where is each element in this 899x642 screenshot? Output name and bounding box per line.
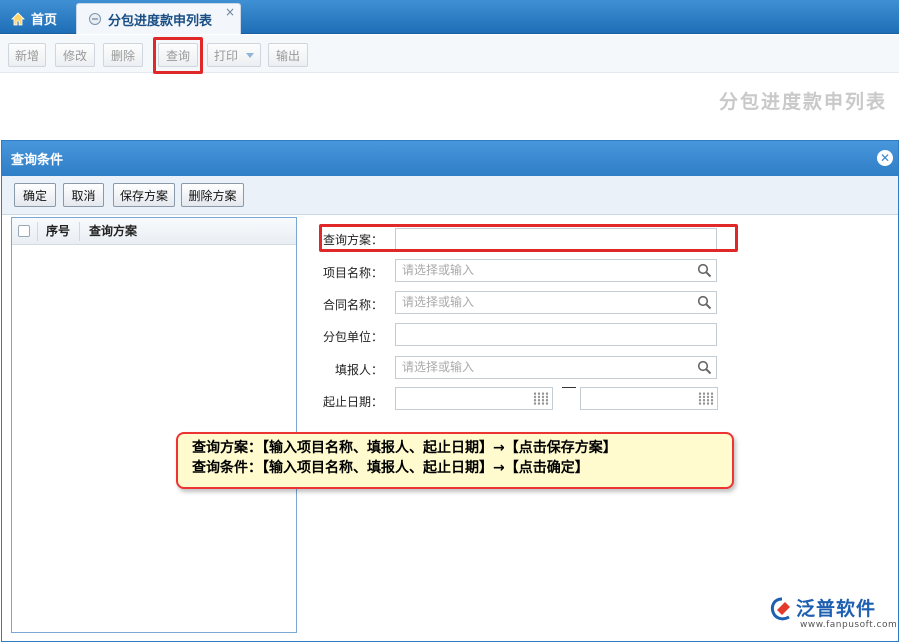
brand-logo-icon <box>770 597 790 621</box>
column-header-index[interactable]: 序号 <box>46 218 70 245</box>
contract-name-label: 合同名称： <box>322 298 383 312</box>
contract-name-placeholder: 请选择或输入 <box>402 295 475 309</box>
date-range-label: 起止日期： <box>322 395 383 409</box>
project-name-label: 项目名称： <box>322 266 383 280</box>
search-icon[interactable] <box>697 295 712 310</box>
reporter-placeholder: 请选择或输入 <box>402 360 475 374</box>
start-date-field[interactable] <box>395 387 553 410</box>
instruction-callout: 查询方案：【输入项目名称、填报人、起止日期】→【点击保存方案】 查询条件：【输入… <box>176 432 734 489</box>
confirm-button[interactable]: 确定 <box>14 183 56 207</box>
scheme-list-panel: 序号 查询方案 <box>11 217 297 633</box>
calendar-icon[interactable] <box>533 392 549 405</box>
save-scheme-button[interactable]: 保存方案 <box>113 183 175 207</box>
tab-subcontract-list[interactable]: 分包进度款申列表 × <box>76 3 241 34</box>
export-button[interactable]: 输出 <box>268 43 308 67</box>
scheme-name-highlight <box>319 224 738 252</box>
tab-bar: 首页 分包进度款申列表 × <box>0 0 899 34</box>
page-icon <box>89 13 101 25</box>
chevron-down-icon <box>246 52 254 58</box>
reporter-field[interactable]: 请选择或输入 <box>395 356 717 379</box>
callout-line-2: 查询条件：【输入项目名称、填报人、起止日期】→【点击确定】 <box>192 460 589 476</box>
toolbar: 新增 修改 删除 查询 打印 输出 <box>0 35 899 73</box>
delete-button[interactable]: 删除 <box>103 43 143 67</box>
column-divider <box>79 222 80 241</box>
column-divider <box>37 222 38 241</box>
query-button-highlight <box>153 37 203 74</box>
tab-subcontract-list-label: 分包进度款申列表 <box>108 13 213 29</box>
callout-line-1: 查询方案：【输入项目名称、填报人、起止日期】→【点击保存方案】 <box>192 440 617 456</box>
column-header-scheme[interactable]: 查询方案 <box>89 218 137 245</box>
calendar-icon[interactable] <box>698 392 714 405</box>
subcontractor-field[interactable] <box>395 323 717 346</box>
close-icon[interactable]: × <box>225 5 235 19</box>
subcontractor-label: 分包单位： <box>322 330 383 344</box>
cancel-button[interactable]: 取消 <box>63 183 104 207</box>
date-range-separator <box>562 387 576 388</box>
search-icon[interactable] <box>697 263 712 278</box>
project-name-field[interactable]: 请选择或输入 <box>395 259 717 282</box>
dialog-toolbar: 确定 取消 保存方案 删除方案 <box>2 176 898 215</box>
brand-logo: 泛普软件 www.fanpusoft.com <box>768 594 898 638</box>
brand-url: www.fanpusoft.com <box>800 620 898 630</box>
scheme-list-header: 序号 查询方案 <box>12 218 296 245</box>
tab-home[interactable]: 首页 <box>2 3 72 34</box>
tab-home-label: 首页 <box>31 13 58 28</box>
add-button[interactable]: 新增 <box>8 43 46 67</box>
contract-name-field[interactable]: 请选择或输入 <box>395 291 717 314</box>
dialog-title: 查询条件 <box>11 153 64 168</box>
project-name-placeholder: 请选择或输入 <box>402 263 475 277</box>
end-date-field[interactable] <box>580 387 718 410</box>
edit-button[interactable]: 修改 <box>55 43 95 67</box>
print-button[interactable]: 打印 <box>207 43 261 67</box>
select-all-checkbox[interactable] <box>18 225 30 237</box>
reporter-label: 填报人： <box>334 363 383 377</box>
search-icon[interactable] <box>697 360 712 375</box>
print-button-label: 打印 <box>213 48 238 63</box>
page-title: 分包进度款申列表 <box>718 91 887 113</box>
dialog-title-bar: 查询条件 ✕ <box>2 141 898 176</box>
brand-name: 泛普软件 <box>796 598 877 620</box>
home-icon <box>11 11 25 25</box>
close-icon[interactable]: ✕ <box>877 150 893 166</box>
delete-scheme-button[interactable]: 删除方案 <box>181 183 244 207</box>
